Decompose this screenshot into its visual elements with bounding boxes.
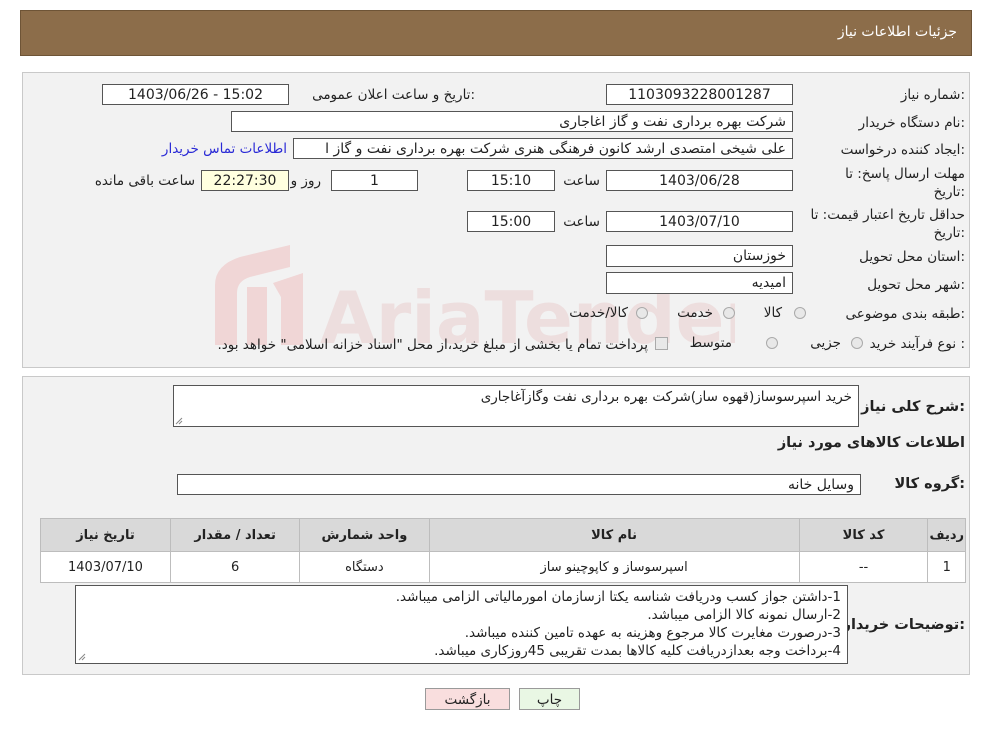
col-header-quantity: تعداد / مقدار bbox=[169, 518, 301, 552]
print-button[interactable]: چاپ bbox=[519, 688, 580, 710]
purchase-type-radio-medium[interactable] bbox=[766, 337, 778, 349]
purchase-type-option-minor: جزیی bbox=[810, 335, 841, 351]
treasury-payment-checkbox[interactable] bbox=[655, 337, 668, 350]
price-validity-date-field: 1403/07/10 bbox=[606, 211, 793, 232]
reply-time-label: ساعت bbox=[563, 173, 600, 189]
cell-row-number: 1 bbox=[927, 551, 966, 583]
category-option-service: خدمت bbox=[677, 305, 713, 321]
buyer-org-field: شرکت بهره برداری نفت و گاز اغاجاری bbox=[231, 111, 793, 132]
days-label: روز و bbox=[290, 173, 321, 189]
reply-deadline-label: مهلت ارسال پاسخ: تا bbox=[845, 166, 965, 182]
goods-info-title: اطلاعات کالاهای مورد نیاز bbox=[777, 435, 965, 451]
buyer-org-label: نام دستگاه خریدار: bbox=[858, 115, 965, 131]
province-field: خوزستان bbox=[606, 245, 793, 267]
need-description-label: شرح کلی نیاز: bbox=[861, 399, 965, 415]
goods-group-label: گروه کالا: bbox=[894, 476, 965, 492]
reply-time-field: 15:10 bbox=[467, 170, 555, 191]
category-radio-service[interactable] bbox=[723, 307, 735, 319]
category-option-goods-service: کالا/خدمت bbox=[569, 305, 628, 321]
purchase-type-option-medium: متوسط bbox=[689, 335, 732, 351]
buyer-note-line-3: 3-درصورت مغایرت کالا مرجوع وهزینه به عهد… bbox=[464, 625, 841, 641]
need-number-label: شماره نیاز: bbox=[900, 87, 965, 103]
category-radio-goods-service[interactable] bbox=[636, 307, 648, 319]
col-header-need-date: تاریخ نیاز bbox=[40, 518, 171, 552]
buyer-notes-label: توضیحات خریدار: bbox=[842, 617, 965, 633]
buyer-note-line-1: 1-داشتن جواز کسب ودریافت شناسه یکتا ازسا… bbox=[395, 589, 841, 605]
reply-deadline-label-2: تاریخ: bbox=[933, 184, 965, 200]
goods-group-field: وسایل خانه bbox=[177, 474, 861, 495]
remaining-time-field: 22:27:30 bbox=[201, 170, 289, 191]
price-validity-time-label: ساعت bbox=[563, 214, 600, 230]
col-header-row-number: ردیف bbox=[927, 518, 966, 552]
cell-goods-name: اسپرسوساز و کاپوچینو ساز bbox=[428, 551, 800, 583]
creator-field: علی شیخی امتصدی ارشد کانون فرهنگی هنری ش… bbox=[293, 138, 793, 159]
col-header-goods-name: نام کالا bbox=[428, 518, 800, 552]
table-row: 1 -- اسپرسوساز و کاپوچینو ساز دستگاه 6 1… bbox=[40, 551, 966, 583]
cell-unit: دستگاه bbox=[299, 551, 430, 583]
buyer-note-line-2: 2-ارسال نمونه کالا الزامی میباشد. bbox=[647, 607, 841, 623]
buyer-note-line-4: 4-برداخت وجه بعدازدریافت کلیه کالاها بمد… bbox=[434, 643, 841, 659]
need-description-text: خرید اسپرسوساز(قهوه ساز)شرکت بهره برداری… bbox=[480, 389, 852, 405]
announce-datetime-label: تاریخ و ساعت اعلان عمومی: bbox=[312, 87, 475, 103]
category-radio-goods[interactable] bbox=[794, 307, 806, 319]
resize-grip-icon[interactable] bbox=[78, 653, 86, 661]
col-header-unit: واحد شمارش bbox=[299, 518, 430, 552]
treasury-payment-note: پرداخت تمام یا بخشی از مبلغ خرید،از محل … bbox=[217, 337, 648, 353]
cell-goods-code: -- bbox=[798, 551, 929, 583]
buyer-notes-field: 1-داشتن جواز کسب ودریافت شناسه یکتا ازسا… bbox=[75, 585, 848, 664]
price-validity-time-field: 15:00 bbox=[467, 211, 555, 232]
purchase-type-label: نوع فرآیند خرید : bbox=[869, 336, 965, 352]
purchase-type-radio-minor[interactable] bbox=[851, 337, 863, 349]
announce-datetime-field: 1403/06/26 - 15:02 bbox=[102, 84, 289, 105]
creator-label: ایجاد کننده درخواست: bbox=[840, 142, 965, 158]
col-header-goods-code: کد کالا bbox=[798, 518, 929, 552]
city-field: امیدیه bbox=[606, 272, 793, 294]
table-header-row: ردیف کد کالا نام کالا واحد شمارش تعداد /… bbox=[40, 518, 966, 552]
need-description-field: خرید اسپرسوساز(قهوه ساز)شرکت بهره برداری… bbox=[173, 385, 859, 427]
need-number-field: 1103093228001287 bbox=[606, 84, 793, 105]
category-label: طبقه بندی موضوعی: bbox=[845, 306, 965, 322]
goods-table: ردیف کد کالا نام کالا واحد شمارش تعداد /… bbox=[40, 518, 966, 583]
back-button[interactable]: بازگشت bbox=[425, 688, 510, 710]
days-remaining-field: 1 bbox=[331, 170, 418, 191]
page-title: جزئیات اطلاعات نیاز bbox=[837, 24, 957, 40]
category-option-goods: کالا bbox=[763, 305, 782, 321]
page-header: جزئیات اطلاعات نیاز bbox=[20, 10, 972, 56]
cell-quantity: 6 bbox=[169, 551, 301, 583]
price-validity-label: حداقل تاریخ اعتبار قیمت: تا bbox=[810, 207, 965, 223]
price-validity-label-2: تاریخ: bbox=[933, 225, 965, 241]
remaining-time-label: ساعت باقی مانده bbox=[94, 173, 195, 189]
resize-grip-icon[interactable] bbox=[175, 417, 183, 425]
buyer-contact-link[interactable]: اطلاعات تماس خریدار bbox=[162, 141, 287, 157]
reply-date-field: 1403/06/28 bbox=[606, 170, 793, 191]
city-label: شهر محل تحویل: bbox=[867, 277, 965, 293]
cell-need-date: 1403/07/10 bbox=[40, 551, 171, 583]
province-label: استان محل تحویل: bbox=[859, 249, 965, 265]
